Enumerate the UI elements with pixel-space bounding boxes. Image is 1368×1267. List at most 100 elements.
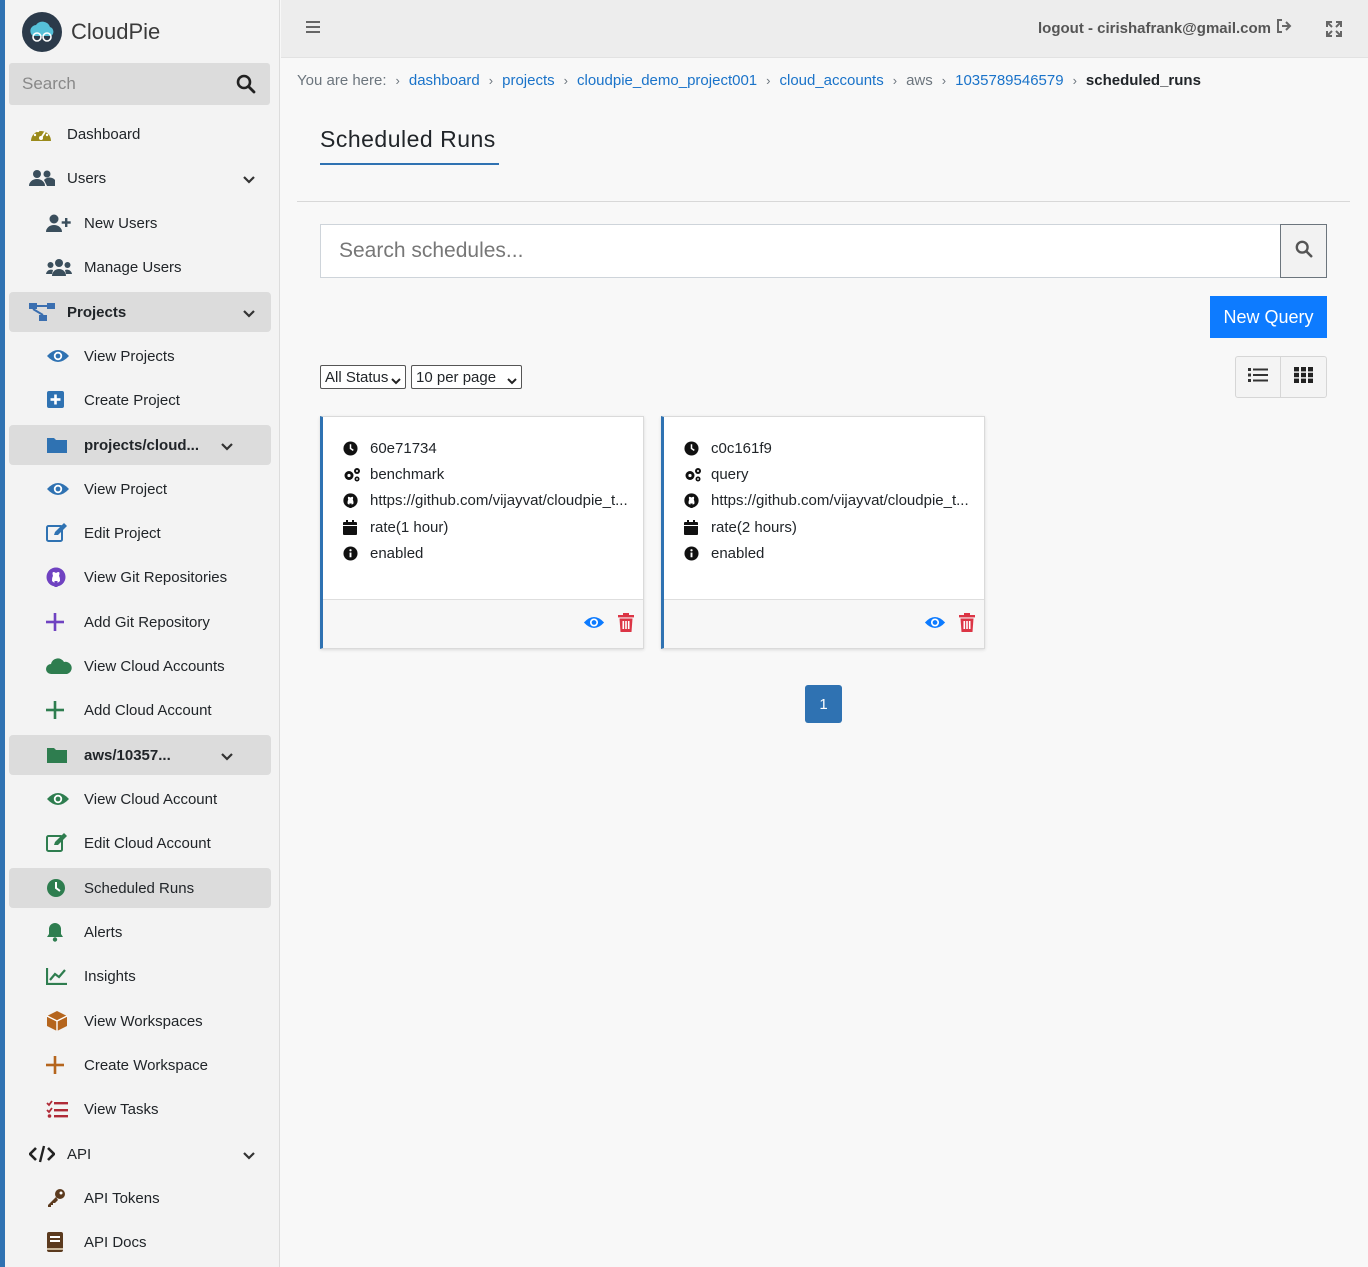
sidebar-item-project-folder[interactable]: projects/cloud...: [9, 425, 271, 465]
breadcrumb-separator: ›: [766, 73, 771, 88]
dashboard-icon: [29, 124, 57, 144]
sidebar-item-view-cloud-account[interactable]: View Cloud Account: [9, 779, 271, 819]
sidebar-item-label: View Projects: [84, 347, 175, 365]
sidebar-item-scheduled-runs[interactable]: Scheduled Runs: [9, 868, 271, 908]
sidebar-item-edit-cloud-account[interactable]: Edit Cloud Account: [9, 823, 271, 863]
github-icon: [46, 567, 74, 587]
grid-view-button[interactable]: [1281, 357, 1326, 397]
schedule-search-input[interactable]: [321, 239, 1221, 263]
breadcrumb-link-account-id[interactable]: 1035789546579: [955, 72, 1063, 89]
cogs-icon: [343, 467, 370, 482]
schedule-card[interactable]: 60e71734 benchmark https://github.com/vi…: [320, 416, 644, 649]
box-icon: [46, 1011, 74, 1031]
sidebar-item-dashboard[interactable]: Dashboard: [9, 114, 271, 154]
delete-trash-icon[interactable]: [618, 613, 634, 636]
users-icon: [29, 168, 57, 188]
sidebar-item-projects[interactable]: Projects: [9, 292, 271, 332]
title-underline: [320, 163, 499, 165]
sidebar-item-label: Edit Project: [84, 524, 161, 542]
plus-icon: [46, 612, 74, 632]
breadcrumb-current: scheduled_runs: [1085, 72, 1201, 89]
eye-icon: [46, 789, 74, 809]
sidebar-item-label: View Cloud Account: [84, 790, 218, 808]
eye-icon: [46, 479, 74, 499]
list-view-button[interactable]: [1236, 357, 1282, 397]
plus-square-icon: [46, 390, 74, 410]
breadcrumb-link-cloud-accounts[interactable]: cloud_accounts: [779, 72, 883, 89]
topbar: logout - cirishafrank@gmail.com: [281, 0, 1368, 58]
chevron-down-icon: [391, 372, 401, 389]
sidebar-item-label: projects/cloud...: [84, 436, 200, 454]
github-icon: [684, 493, 711, 509]
new-query-button[interactable]: New Query: [1210, 296, 1327, 338]
sidebar-item-label: Create Project: [84, 391, 180, 409]
sidebar-item-label: Projects: [67, 303, 127, 321]
hamburger-menu-icon[interactable]: [306, 20, 320, 38]
sidebar-item-view-projects[interactable]: View Projects: [9, 336, 271, 376]
sidebar-item-insights[interactable]: Insights: [9, 956, 271, 996]
view-eye-icon[interactable]: [583, 615, 605, 634]
breadcrumb-link-projects[interactable]: projects: [502, 72, 555, 89]
sidebar-item-add-git-repository[interactable]: Add Git Repository: [9, 602, 271, 642]
sidebar-item-label: Add Cloud Account: [84, 701, 212, 719]
chevron-down-icon: [221, 438, 233, 455]
sidebar-item-label: Scheduled Runs: [84, 879, 195, 897]
sidebar-item-users[interactable]: Users: [9, 158, 271, 198]
per-page-select[interactable]: 10 per page: [411, 365, 522, 389]
card-footer: [664, 599, 984, 648]
sidebar-item-api-docs[interactable]: API Docs: [9, 1222, 271, 1262]
sidebar: CloudPie Dashboard Users New Users Manag…: [5, 0, 280, 1267]
schedule-type: query: [711, 465, 749, 483]
sidebar-item-new-users[interactable]: New Users: [9, 203, 271, 243]
info-icon: [343, 546, 370, 561]
key-icon: [46, 1188, 74, 1208]
logout-label: logout - cirishafrank@gmail.com: [1038, 19, 1271, 37]
sidebar-item-api-tokens[interactable]: API Tokens: [9, 1178, 271, 1218]
user-plus-icon: [46, 213, 74, 233]
sidebar-item-create-workspace[interactable]: Create Workspace: [9, 1045, 271, 1085]
calendar-icon: [684, 519, 711, 535]
sidebar-item-view-cloud-accounts[interactable]: View Cloud Accounts: [9, 646, 271, 686]
pagination-page-button[interactable]: 1: [805, 685, 842, 723]
chevron-down-icon: [221, 748, 233, 765]
edit-icon: [46, 523, 74, 543]
cloudpie-logo-icon: [22, 12, 62, 52]
search-icon: [1295, 240, 1313, 262]
sidebar-item-api[interactable]: API: [9, 1134, 271, 1174]
tasks-icon: [46, 1099, 74, 1119]
sidebar-item-view-tasks[interactable]: View Tasks: [9, 1089, 271, 1129]
breadcrumb-link-project[interactable]: cloudpie_demo_project001: [577, 72, 757, 89]
expand-icon[interactable]: [1326, 21, 1342, 41]
chevron-down-icon: [243, 171, 255, 188]
schedule-card[interactable]: c0c161f9 query https://github.com/vijayv…: [661, 416, 985, 649]
sidebar-item-label: View Git Repositories: [84, 568, 228, 586]
delete-trash-icon[interactable]: [959, 613, 975, 636]
schedule-rate: rate(2 hours): [711, 518, 797, 536]
status-filter-select[interactable]: All Status: [320, 365, 406, 389]
sidebar-item-view-workspaces[interactable]: View Workspaces: [9, 1001, 271, 1041]
logout-link[interactable]: logout - cirishafrank@gmail.com: [1038, 19, 1292, 37]
brand[interactable]: CloudPie: [22, 10, 160, 54]
breadcrumb-separator: ›: [395, 73, 400, 88]
plus-icon: [46, 700, 74, 720]
grid-icon: [1294, 367, 1313, 387]
search-icon[interactable]: [236, 74, 256, 98]
schedule-id: c0c161f9: [711, 439, 772, 457]
sidebar-item-create-project[interactable]: Create Project: [9, 380, 271, 420]
breadcrumb-link-dashboard[interactable]: dashboard: [409, 72, 480, 89]
sidebar-item-view-git-repositories[interactable]: View Git Repositories: [9, 557, 271, 597]
sidebar-item-manage-users[interactable]: Manage Users: [9, 247, 271, 287]
sidebar-item-view-project[interactable]: View Project: [9, 469, 271, 509]
sidebar-item-alerts[interactable]: Alerts: [9, 912, 271, 952]
sidebar-item-cloud-account-folder[interactable]: aws/10357...: [9, 735, 271, 775]
sign-out-icon: [1276, 19, 1292, 37]
sidebar-item-add-cloud-account[interactable]: Add Cloud Account: [9, 690, 271, 730]
status-filter-value: All Status: [325, 368, 389, 386]
schedule-type: benchmark: [370, 465, 445, 483]
view-eye-icon[interactable]: [924, 615, 946, 634]
search-button[interactable]: [1280, 224, 1327, 278]
schedule-status: enabled: [370, 544, 424, 562]
chart-line-icon: [46, 966, 74, 986]
sidebar-search-input[interactable]: [9, 74, 224, 94]
sidebar-item-edit-project[interactable]: Edit Project: [9, 513, 271, 553]
